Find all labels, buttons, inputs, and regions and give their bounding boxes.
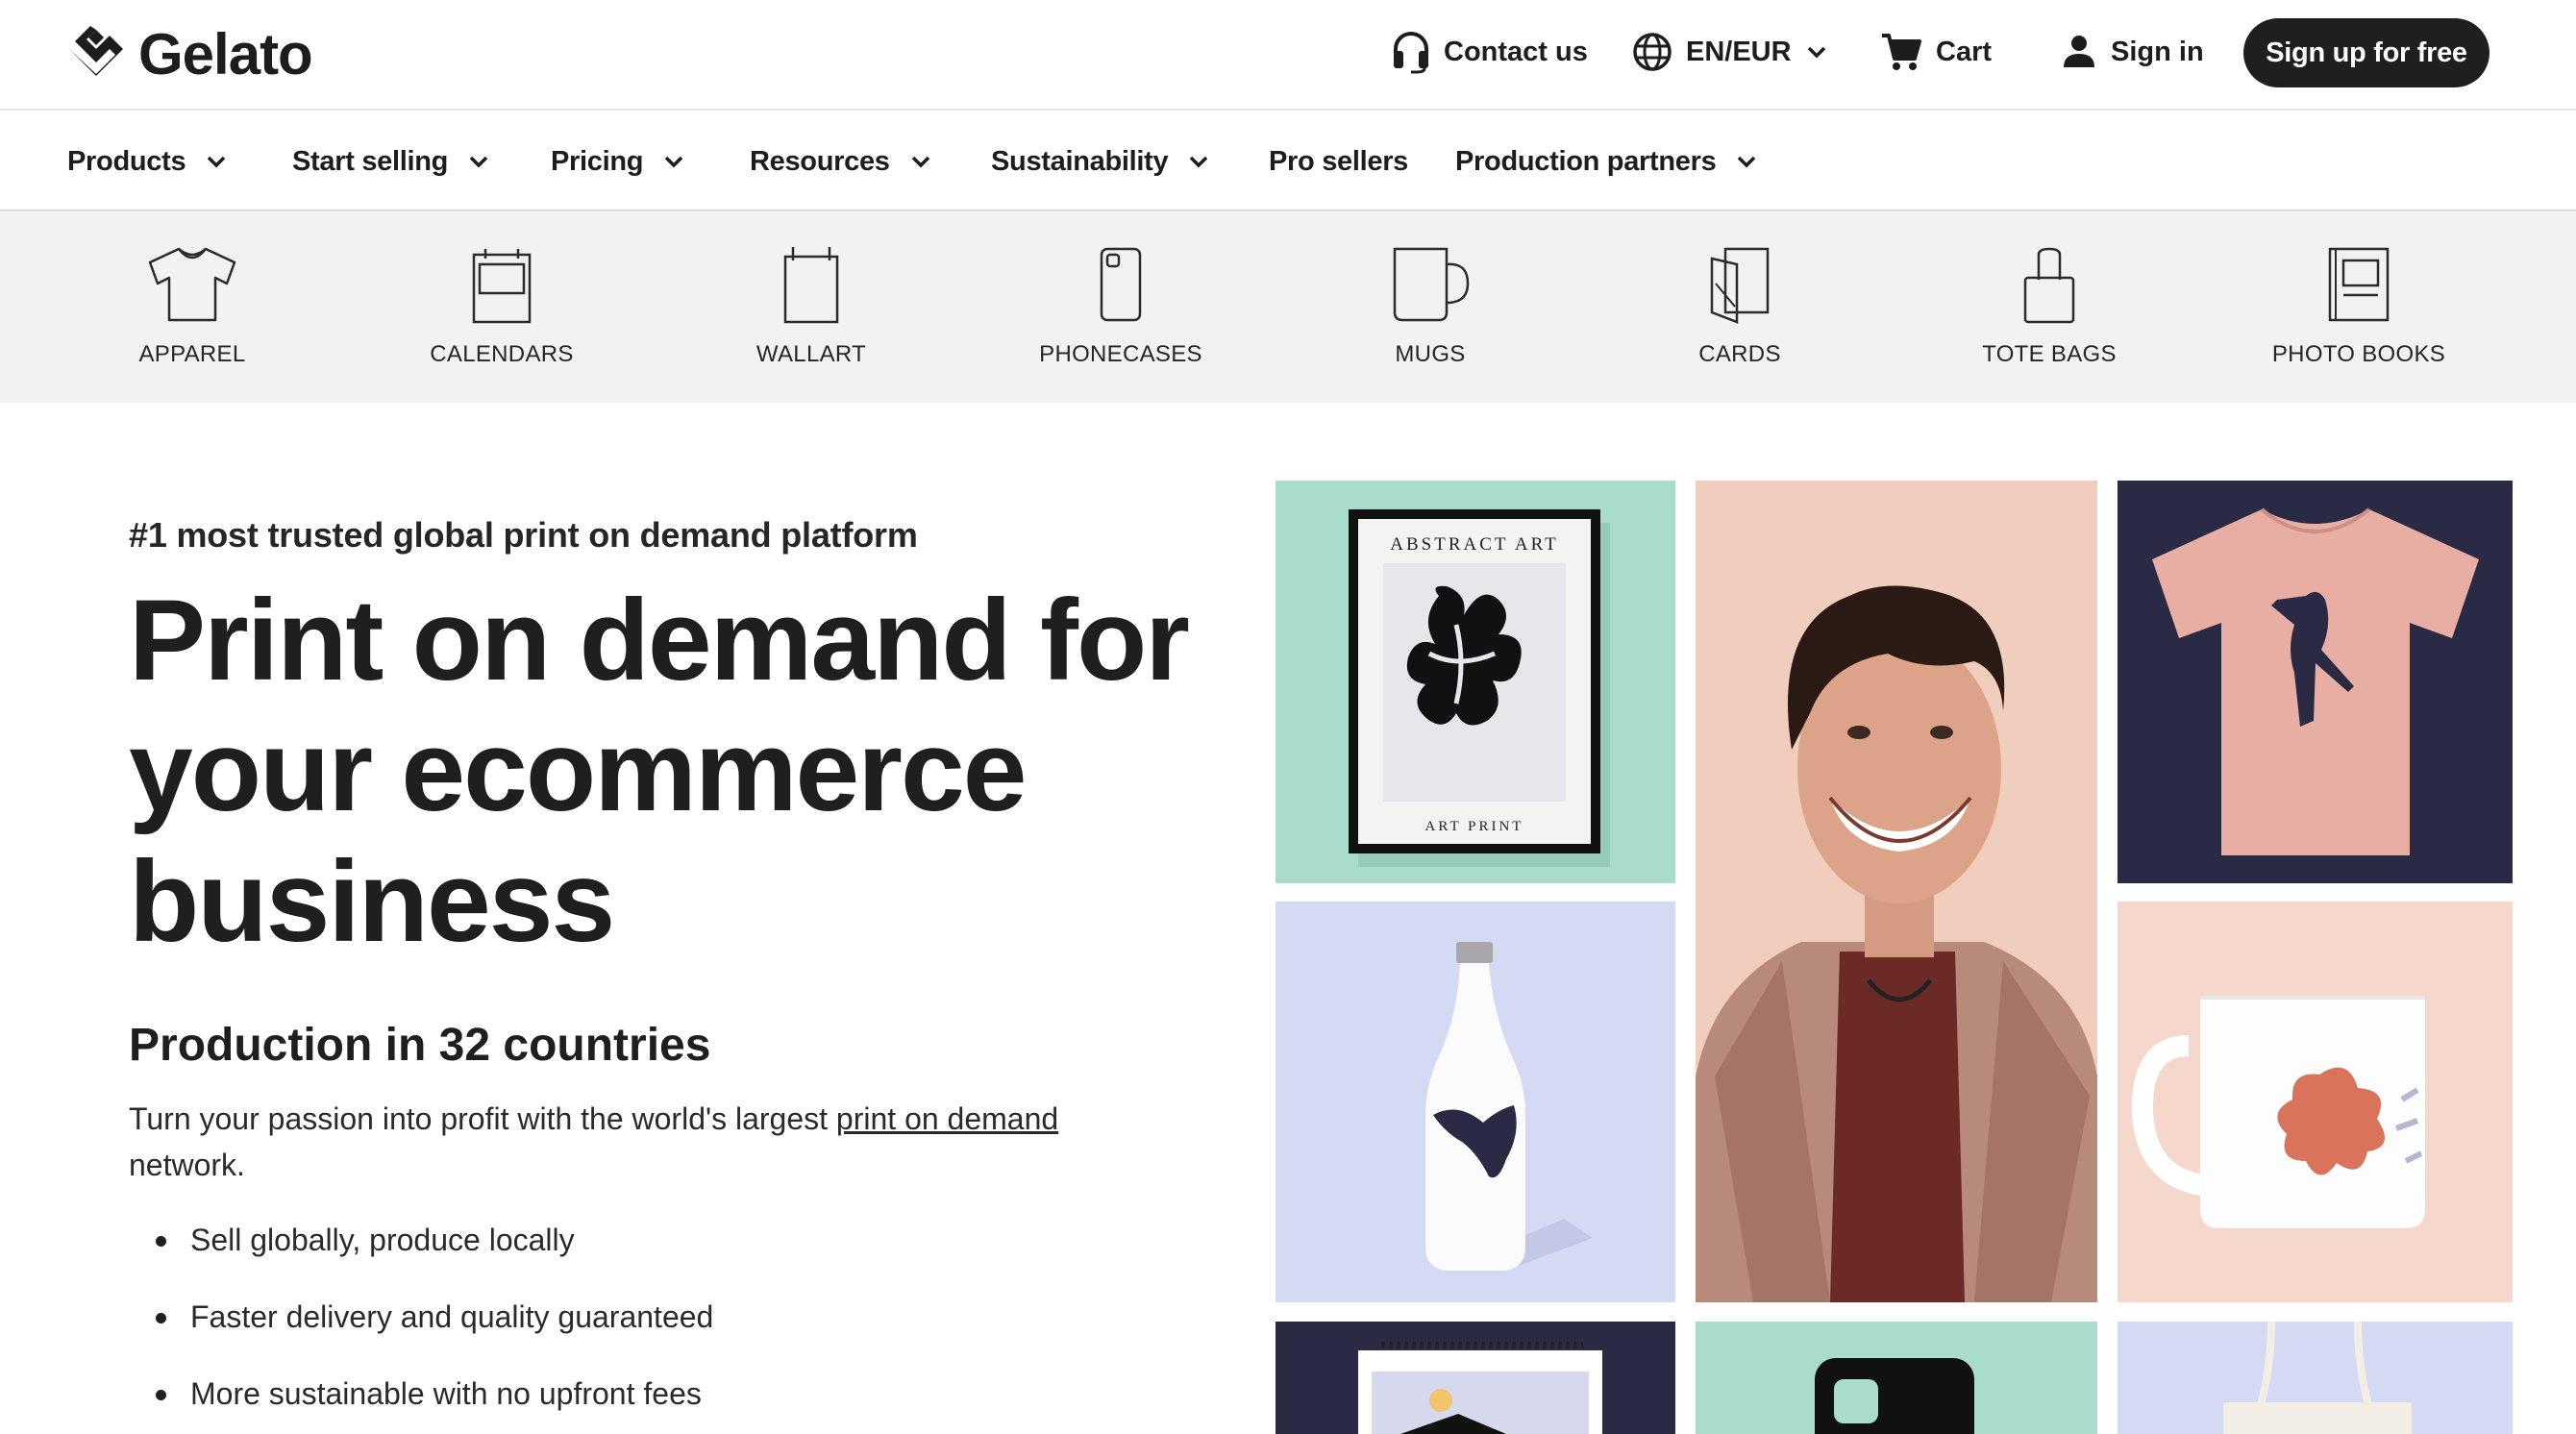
brand-name: Gelato (138, 21, 313, 87)
chevron-down-icon (1738, 156, 1756, 168)
cart-icon (1882, 34, 1921, 70)
cart-label: Cart (1936, 36, 1993, 67)
gallery-tile-portrait (1696, 481, 2097, 1302)
tshirt-icon (144, 243, 240, 326)
framed-poster-image: ABSTRACT ART ART PRINT (1349, 509, 1610, 867)
nav-start-selling-label: Start selling (292, 145, 449, 177)
chevron-down-icon (1190, 156, 1208, 168)
print-on-demand-link[interactable]: print on demand (836, 1101, 1058, 1136)
hero-eyebrow: #1 most trusted global print on demand p… (129, 515, 918, 555)
sign-in-label: Sign in (2111, 36, 2204, 67)
category-cards-label: CARDS (1698, 341, 1781, 367)
nav-sustainability[interactable]: Sustainability (991, 111, 1208, 211)
locale-selector[interactable]: EN/EUR (1632, 27, 1826, 77)
nav-production-partners[interactable]: Production partners (1455, 111, 1756, 211)
phone-case-image (1815, 1358, 1974, 1434)
sign-in-link[interactable]: Sign in (2061, 27, 2204, 77)
benefit-item: Sell globally, produce locally (156, 1215, 713, 1292)
chevron-down-icon (208, 156, 226, 168)
poster-caption: ART PRINT (1425, 819, 1524, 834)
chevron-down-icon (911, 156, 929, 168)
category-bar: APPAREL CALENDARS WALLART PHONECASES MUG… (0, 212, 2576, 403)
category-apparel-label: APPAREL (138, 341, 246, 367)
headset-icon (1394, 32, 1428, 74)
nav-pro-sellers-label: Pro sellers (1269, 145, 1409, 177)
gallery-tile-bottle (1276, 902, 1675, 1302)
contact-us-label: Contact us (1444, 36, 1588, 67)
hero-description: Turn your passion into profit with the w… (129, 1096, 1109, 1188)
category-phonecases[interactable]: PHONECASES (1005, 212, 1236, 403)
category-tote-bags[interactable]: TOTE BAGS (1934, 212, 2165, 403)
category-calendars[interactable]: CALENDARS (386, 212, 617, 403)
nav-sustainability-label: Sustainability (991, 145, 1169, 177)
mug-icon (1382, 243, 1478, 326)
top-bar: Gelato Contact us EN/EUR Cart Sign in Si… (0, 0, 2576, 111)
nav-products[interactable]: Products (67, 111, 226, 211)
category-wallart[interactable]: WALLART (696, 212, 927, 403)
nav-products-label: Products (67, 145, 186, 177)
smiling-man-photo (1696, 585, 2097, 1302)
calendar-icon (454, 243, 550, 326)
sign-up-button[interactable]: Sign up for free (2243, 18, 2489, 87)
main-nav: Products Start selling Pricing Resources… (0, 111, 2576, 211)
globe-icon (1633, 33, 1672, 71)
locale-label: EN/EUR (1686, 36, 1792, 67)
chevron-down-icon (664, 156, 683, 168)
hero-description-end: network. (129, 1148, 245, 1182)
pink-tshirt-image (2152, 507, 2479, 855)
gallery-tile-mug (2118, 902, 2513, 1302)
gallery-tile-calendar (1276, 1322, 1675, 1434)
nav-pricing-label: Pricing (551, 145, 644, 177)
hero-headline: Print on demand for your ecommerce busin… (129, 576, 1190, 966)
category-photo-books[interactable]: PHOTO BOOKS (2243, 212, 2474, 403)
cart-link[interactable]: Cart (1880, 27, 1992, 77)
category-tote-bags-label: TOTE BAGS (1982, 341, 2117, 367)
tote-bag-icon (2001, 243, 2097, 326)
nav-production-partners-label: Production partners (1455, 145, 1717, 177)
gallery-tile-poster: ABSTRACT ART ART PRINT (1276, 481, 1675, 883)
card-icon (1692, 243, 1788, 326)
category-apparel[interactable]: APPAREL (77, 212, 308, 403)
user-icon (2064, 36, 2094, 67)
water-bottle-image (1425, 942, 1593, 1271)
benefit-item: More sustainable with no upfront fees (156, 1369, 713, 1434)
hero-benefits-list: Sell globally, produce locally Faster de… (156, 1215, 713, 1434)
gelato-mark-icon (69, 26, 123, 76)
nav-pricing[interactable]: Pricing (551, 111, 683, 211)
hero-description-start: Turn your passion into profit with the w… (129, 1101, 836, 1136)
wall-art-icon (763, 243, 859, 326)
gallery-tile-tshirt (2118, 481, 2513, 883)
brand-logo[interactable]: Gelato (67, 21, 313, 87)
white-mug-image (2131, 996, 2425, 1228)
chevron-down-icon (1807, 46, 1825, 59)
category-photo-books-label: PHOTO BOOKS (2271, 341, 2446, 367)
category-mugs-label: MUGS (1395, 341, 1466, 367)
nav-resources-label: Resources (750, 145, 890, 177)
category-phonecases-label: PHONECASES (1039, 341, 1202, 367)
hero-subhead: Production in 32 countries (129, 1020, 711, 1071)
benefit-item: Faster delivery and quality guaranteed (156, 1292, 713, 1369)
contact-us-link[interactable]: Contact us (1392, 27, 1588, 77)
calendar-image (1358, 1342, 1602, 1434)
nav-resources[interactable]: Resources (750, 111, 930, 211)
nav-pro-sellers[interactable]: Pro sellers (1269, 111, 1408, 211)
category-mugs[interactable]: MUGS (1315, 212, 1546, 403)
tote-bag-image (2223, 1322, 2412, 1434)
chevron-down-icon (469, 156, 488, 168)
nav-start-selling[interactable]: Start selling (292, 111, 488, 211)
category-calendars-label: CALENDARS (430, 341, 574, 367)
photo-book-icon (2311, 243, 2407, 326)
poster-title: ABSTRACT ART (1390, 534, 1558, 555)
category-cards[interactable]: CARDS (1624, 212, 1855, 403)
category-wallart-label: WALLART (755, 341, 867, 367)
gallery-tile-phonecase (1696, 1322, 2097, 1434)
gallery-tile-totebag (2118, 1322, 2513, 1434)
phone-case-icon (1073, 243, 1169, 326)
